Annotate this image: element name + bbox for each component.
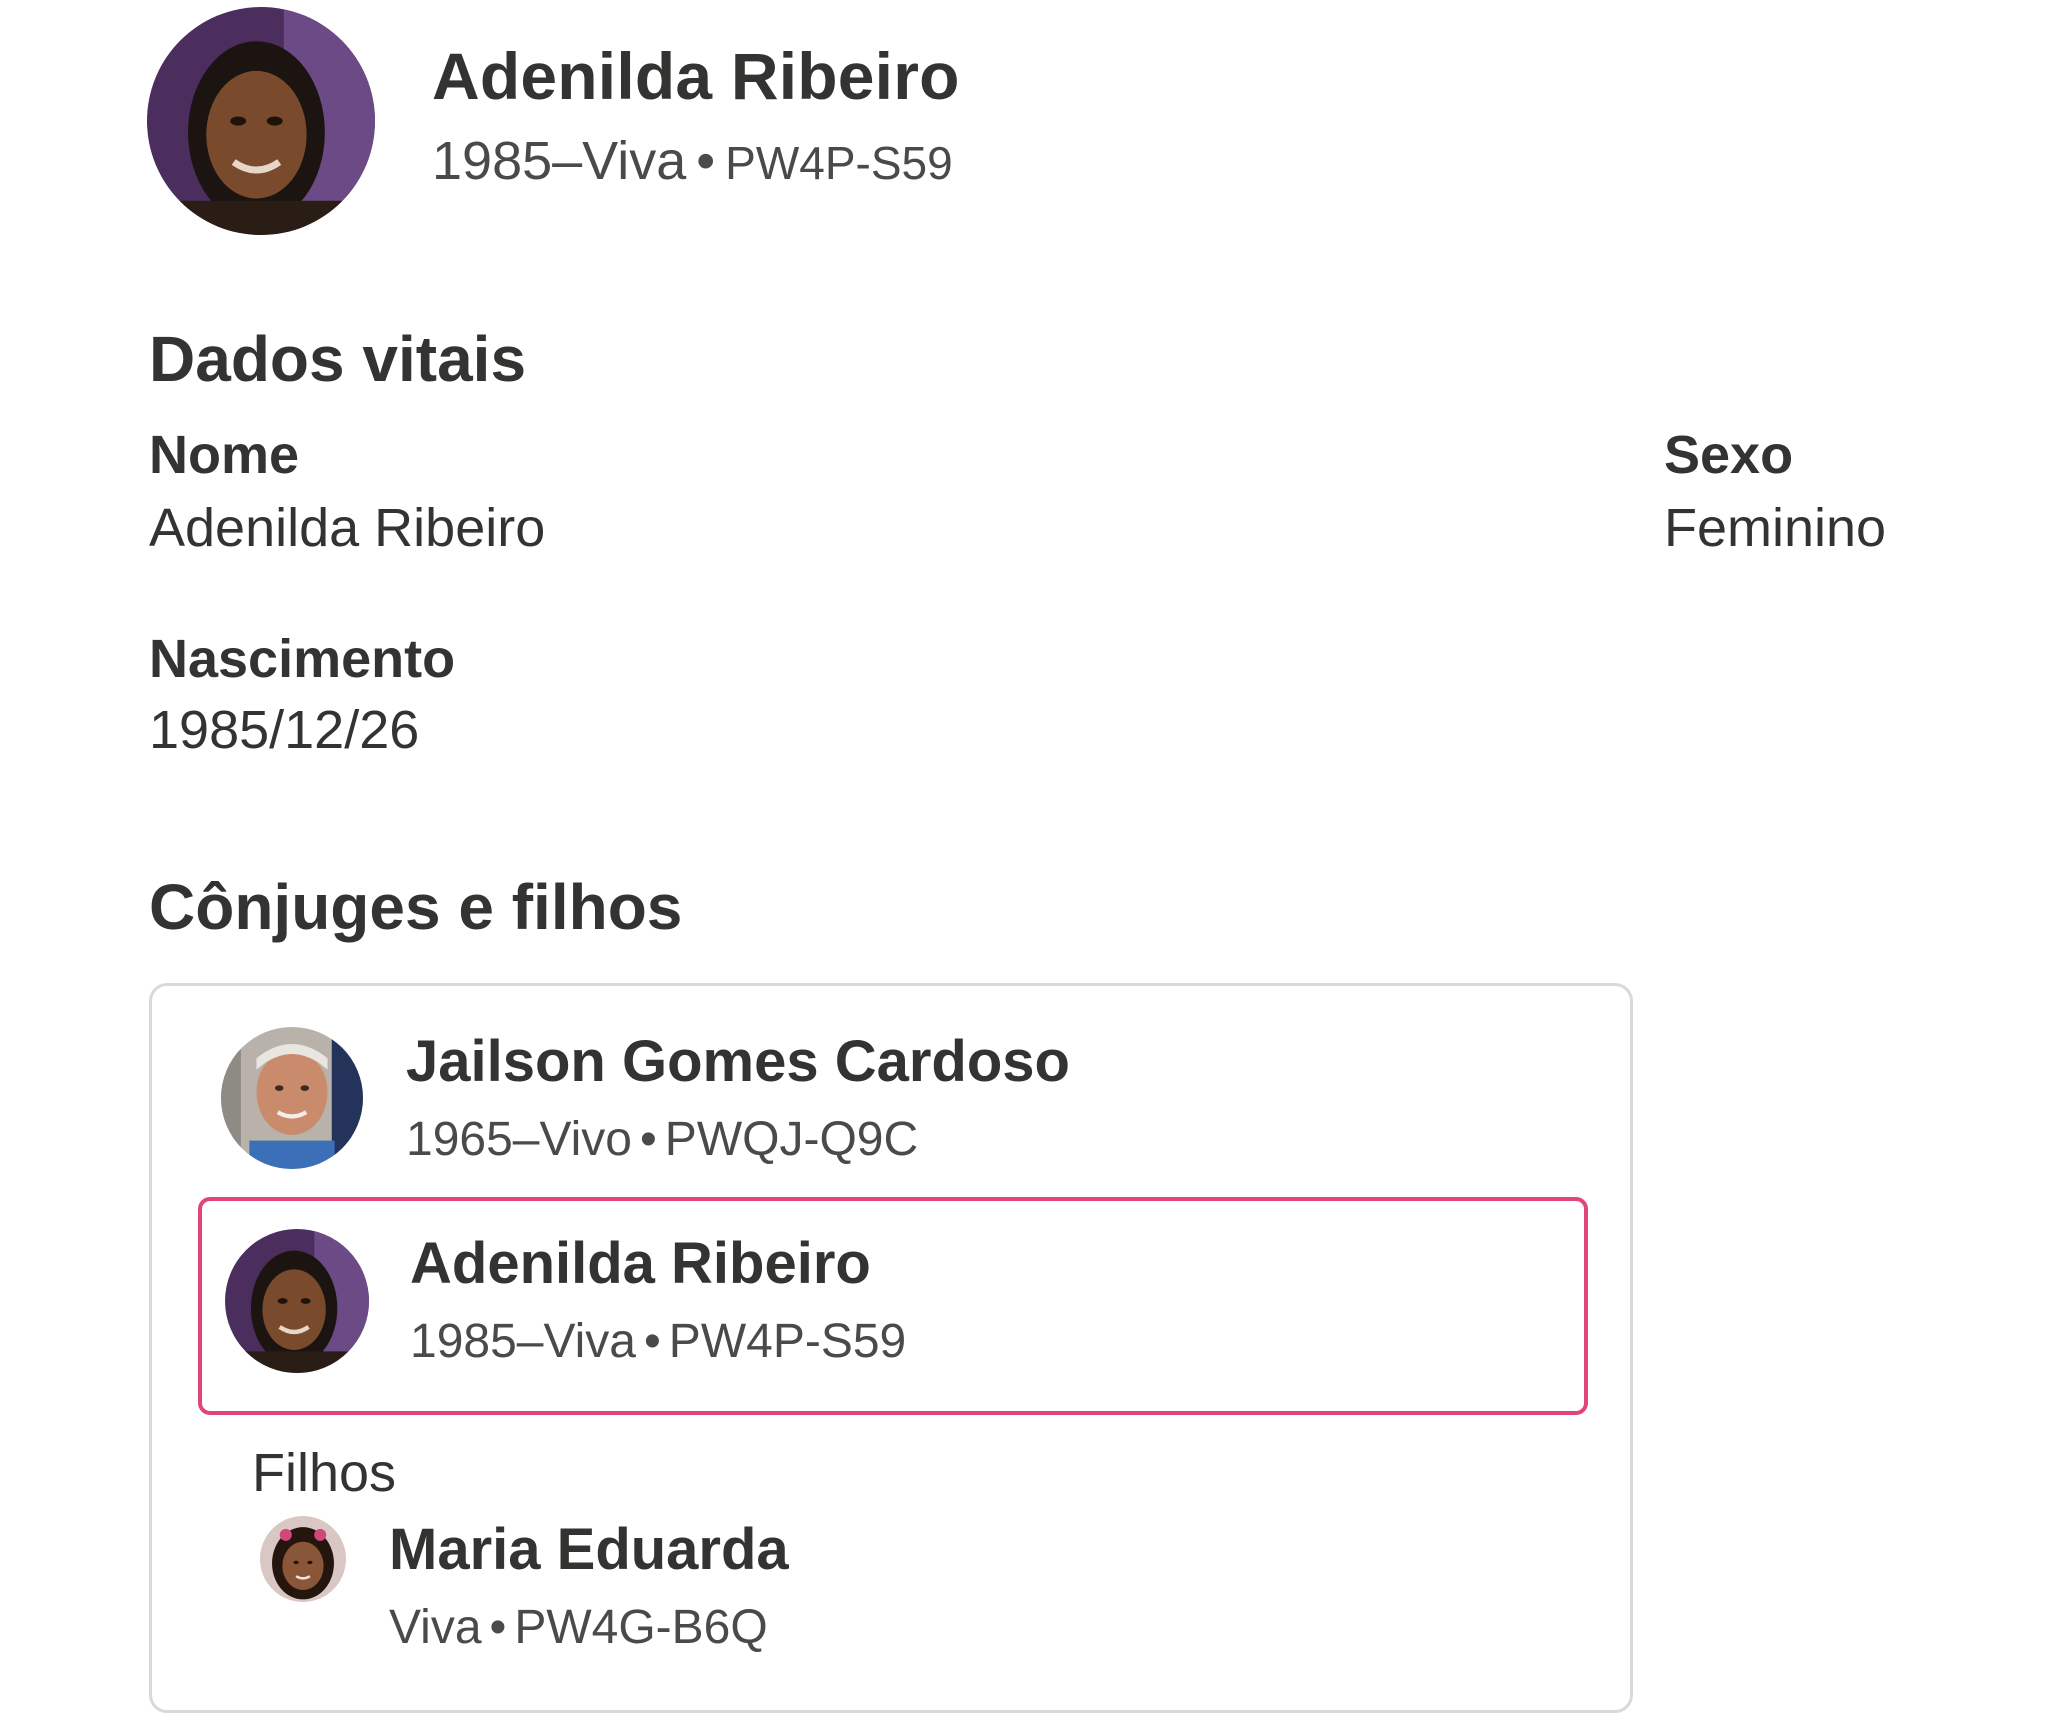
- separator-dot: •: [696, 131, 716, 191]
- sex-field-label: Sexo: [1664, 425, 1794, 485]
- person-avatar-photo: [147, 7, 375, 235]
- child-lifespan: Viva: [389, 1601, 482, 1654]
- person-name-heading: Adenilda Ribeiro: [432, 39, 960, 113]
- spouse-avatar-photo[interactable]: [221, 1027, 363, 1169]
- self-avatar-photo[interactable]: [225, 1229, 369, 1373]
- separator-dot: •: [643, 1315, 661, 1368]
- spouse-lifespan: 1965–Vivo: [406, 1113, 632, 1166]
- spouse-summary: 1965–Vivo • PWQJ-Q9C: [406, 1112, 918, 1167]
- name-field-value: Adenilda Ribeiro: [149, 498, 546, 558]
- person-summary: 1985–Viva • PW4P-S59: [432, 130, 953, 192]
- self-lifespan: 1985–Viva: [410, 1315, 636, 1368]
- name-field-label: Nome: [149, 425, 300, 485]
- separator-dot: •: [489, 1601, 507, 1654]
- self-summary: 1985–Viva • PW4P-S59: [410, 1314, 906, 1369]
- self-name-link[interactable]: Adenilda Ribeiro: [410, 1230, 871, 1297]
- person-lifespan: 1985–Viva: [432, 131, 687, 191]
- vitals-section-title: Dados vitais: [149, 323, 527, 395]
- birth-field-label: Nascimento: [149, 629, 456, 689]
- sex-field-value: Feminino: [1664, 498, 1887, 558]
- selected-person-card[interactable]: [198, 1197, 1588, 1415]
- spouse-name-link[interactable]: Jailson Gomes Cardoso: [406, 1028, 1070, 1095]
- child-summary: Viva • PW4G-B6Q: [389, 1600, 768, 1655]
- child-avatar-photo[interactable]: [260, 1516, 346, 1602]
- child-id[interactable]: PW4G-B6Q: [514, 1601, 767, 1654]
- spouse-id[interactable]: PWQJ-Q9C: [665, 1113, 918, 1166]
- person-id[interactable]: PW4P-S59: [725, 137, 953, 189]
- separator-dot: •: [639, 1113, 657, 1166]
- family-section-title: Cônjuges e filhos: [149, 871, 683, 943]
- birth-field-value: 1985/12/26: [149, 700, 420, 760]
- self-id[interactable]: PW4P-S59: [669, 1315, 906, 1368]
- child-name-link[interactable]: Maria Eduarda: [389, 1516, 789, 1583]
- children-label: Filhos: [252, 1443, 397, 1503]
